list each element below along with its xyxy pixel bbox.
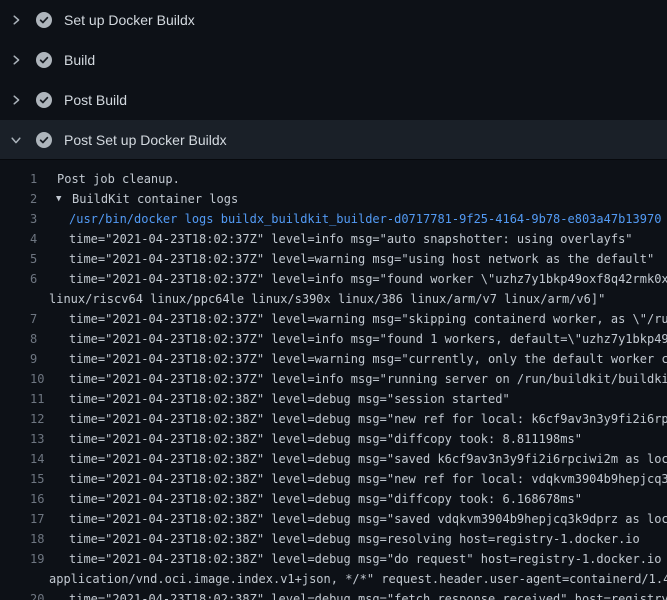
line-number[interactable]: 16 [30,489,44,509]
log-row: 14 time="2021-04-23T18:02:38Z" level=debu… [0,449,667,469]
line-number[interactable]: 18 [30,529,44,549]
log-row: linux/riscv64 linux/ppc64le linux/s390x … [0,289,667,309]
log-text: time="2021-04-23T18:02:37Z" level=info m… [69,269,667,289]
line-number[interactable]: 13 [30,429,44,449]
check-circle-icon [36,132,52,148]
log-text: time="2021-04-23T18:02:37Z" level=info m… [69,329,667,349]
log-command-text: /usr/bin/docker logs buildx_buildkit_bui… [69,209,661,229]
line-number[interactable]: 10 [30,369,44,389]
step-label: Set up Docker Buildx [64,12,195,28]
line-number[interactable]: 11 [30,389,44,409]
line-number[interactable]: 20 [30,589,44,600]
log-text: time="2021-04-23T18:02:37Z" level=info m… [69,229,633,249]
line-number[interactable]: 19 [30,549,44,569]
log-row: 3/usr/bin/docker logs buildx_buildkit_bu… [0,209,667,229]
log-area: 1 Post job cleanup. 2 ▼ BuildKit container l… [0,160,667,600]
log-row: 12 time="2021-04-23T18:02:38Z" level=debu… [0,409,667,429]
log-row: 8 time="2021-04-23T18:02:37Z" level=info … [0,329,667,349]
log-row: 1 Post job cleanup. [0,169,667,189]
log-text: application/vnd.oci.image.index.v1+json,… [49,569,667,589]
log-text: time="2021-04-23T18:02:38Z" level=debug … [69,549,667,569]
line-number[interactable]: 8 [30,329,37,349]
line-number[interactable]: 14 [30,449,44,469]
log-text: time="2021-04-23T18:02:38Z" level=debug … [69,489,582,509]
step-row-post-set-up-docker-buildx[interactable]: Post Set up Docker Buildx [0,120,667,160]
steps-list: Set up Docker Buildx Build Post Build Post … [0,0,667,160]
log-row: 9 time="2021-04-23T18:02:37Z" level=warni… [0,349,667,369]
chevron-right-icon [10,54,22,66]
step-label: Post Set up Docker Buildx [64,132,227,148]
log-text: time="2021-04-23T18:02:38Z" level=debug … [69,389,510,409]
log-row: 13 time="2021-04-23T18:02:38Z" level=debu… [0,429,667,449]
log-row: 17 time="2021-04-23T18:02:38Z" level=debu… [0,509,667,529]
log-text: time="2021-04-23T18:02:37Z" level=warnin… [69,249,654,269]
line-number[interactable]: 4 [30,229,37,249]
log-text: time="2021-04-23T18:02:38Z" level=debug … [69,429,582,449]
line-number[interactable]: 1 [30,169,37,189]
line-number[interactable]: 7 [30,309,37,329]
check-circle-icon [36,12,52,28]
check-circle-icon [36,52,52,68]
log-text: time="2021-04-23T18:02:37Z" level=warnin… [69,349,667,369]
line-number[interactable]: 3 [30,209,37,229]
log-row: 5 time="2021-04-23T18:02:37Z" level=warni… [0,249,667,269]
log-text: linux/riscv64 linux/ppc64le linux/s390x … [49,289,605,309]
chevron-down-icon [10,134,22,146]
log-text: time="2021-04-23T18:02:37Z" level=warnin… [69,309,667,329]
log-row: 16 time="2021-04-23T18:02:38Z" level=debu… [0,489,667,509]
step-row-post-build[interactable]: Post Build [0,80,667,120]
chevron-right-icon [10,94,22,106]
line-number[interactable]: 9 [30,349,37,369]
log-row: application/vnd.oci.image.index.v1+json,… [0,569,667,589]
check-circle-icon [36,92,52,108]
line-number[interactable]: 15 [30,469,44,489]
line-number[interactable]: 2 [30,189,37,209]
log-row: 15 time="2021-04-23T18:02:38Z" level=debu… [0,469,667,489]
log-row: 10 time="2021-04-23T18:02:37Z" level=info… [0,369,667,389]
log-row: 6 time="2021-04-23T18:02:37Z" level=info … [0,269,667,289]
step-label: Post Build [64,92,127,108]
log-text: time="2021-04-23T18:02:38Z" level=debug … [69,449,667,469]
log-text: time="2021-04-23T18:02:37Z" level=info m… [69,369,667,389]
log-row: 20 time="2021-04-23T18:02:38Z" level=debu… [0,589,667,600]
chevron-right-icon [10,14,22,26]
log-row: 19 time="2021-04-23T18:02:38Z" level=debu… [0,549,667,569]
log-row: 18 time="2021-04-23T18:02:38Z" level=debu… [0,529,667,549]
log-text: time="2021-04-23T18:02:38Z" level=debug … [69,529,640,549]
step-row-set-up-docker-buildx[interactable]: Set up Docker Buildx [0,0,667,40]
workflow-log-viewer: Set up Docker Buildx Build Post Build Post … [0,0,667,600]
step-row-build[interactable]: Build [0,40,667,80]
line-number[interactable]: 6 [30,269,37,289]
log-row: 7 time="2021-04-23T18:02:37Z" level=warni… [0,309,667,329]
log-text: time="2021-04-23T18:02:38Z" level=debug … [69,589,667,600]
log-text: time="2021-04-23T18:02:38Z" level=debug … [69,469,667,489]
step-label: Build [64,52,95,68]
line-number[interactable]: 5 [30,249,37,269]
log-row: 2 ▼ BuildKit container logs [0,189,667,209]
line-number[interactable]: 12 [30,409,44,429]
log-row: 4 time="2021-04-23T18:02:37Z" level=info … [0,229,667,249]
log-group-toggle-icon[interactable]: ▼ [56,189,61,209]
log-text: Post job cleanup. [57,169,180,189]
log-text: BuildKit container logs [72,189,238,209]
log-row: 11 time="2021-04-23T18:02:38Z" level=debu… [0,389,667,409]
line-number[interactable]: 17 [30,509,44,529]
log-text: time="2021-04-23T18:02:38Z" level=debug … [69,409,667,429]
log-text: time="2021-04-23T18:02:38Z" level=debug … [69,509,667,529]
